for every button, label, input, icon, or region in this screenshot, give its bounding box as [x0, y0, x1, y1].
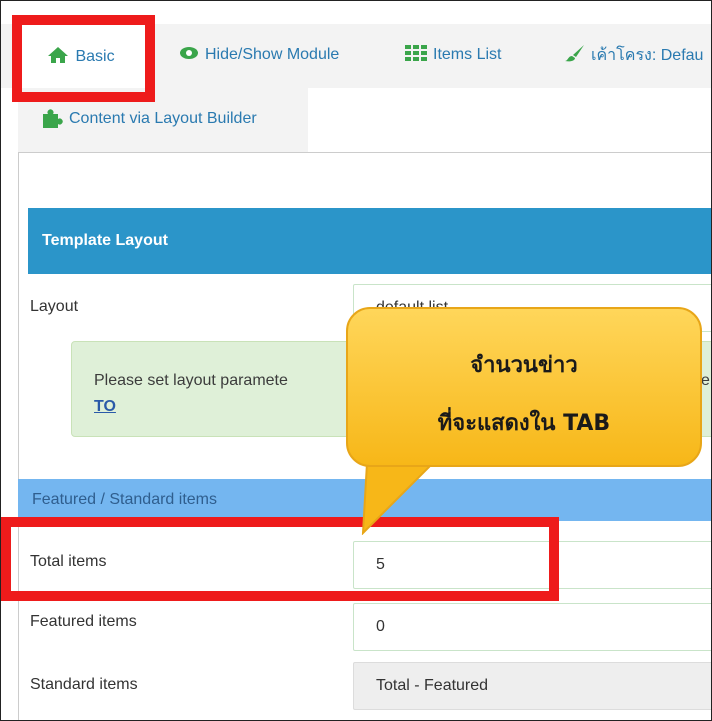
featured-items-label: Featured items [30, 613, 137, 630]
total-items-highlight [1, 517, 559, 601]
tab-items-list[interactable]: Items List [405, 24, 501, 86]
brush-icon [565, 44, 585, 67]
tab-hide-show-module[interactable]: Hide/Show Module [179, 24, 339, 86]
standard-items-value: Total - Featured [376, 677, 489, 694]
callout-line-2: ที่จะแสดงใน TAB [437, 411, 611, 436]
grid-icon [405, 44, 427, 66]
layout-label: Layout [30, 298, 79, 315]
featured-items-input[interactable]: 0 [353, 603, 711, 651]
notice-text: Please set layout paramete [94, 372, 288, 389]
tab-hide-show-label: Hide/Show Module [205, 46, 340, 63]
callout-pointer [361, 463, 435, 535]
callout-line-1: จำนวนข่าว [470, 353, 578, 378]
standard-items-label: Standard items [30, 676, 138, 693]
template-layout-header: Template Layout [28, 208, 711, 274]
callout-bubble: จำนวนข่าว ที่จะแสดงใน TAB [346, 307, 702, 467]
notice-text-tail: e [701, 372, 710, 389]
notice-link[interactable]: TO [94, 398, 116, 415]
featured-items-value: 0 [376, 618, 385, 635]
tab-layout-label: เค้าโครง: Defau [591, 46, 704, 64]
standard-items-input: Total - Featured [353, 662, 711, 710]
tab-items-list-label: Items List [433, 46, 502, 63]
tab-content-layout-label: Content via Layout Builder [69, 110, 257, 127]
basic-tab-highlight [12, 15, 155, 102]
tab-layout-default[interactable]: เค้าโครง: Defau [565, 24, 703, 86]
puzzle-icon [41, 106, 63, 133]
eye-icon [179, 46, 199, 65]
screenshot-frame: Basic Hide/Show Module Items List เค้าโค… [0, 0, 712, 721]
